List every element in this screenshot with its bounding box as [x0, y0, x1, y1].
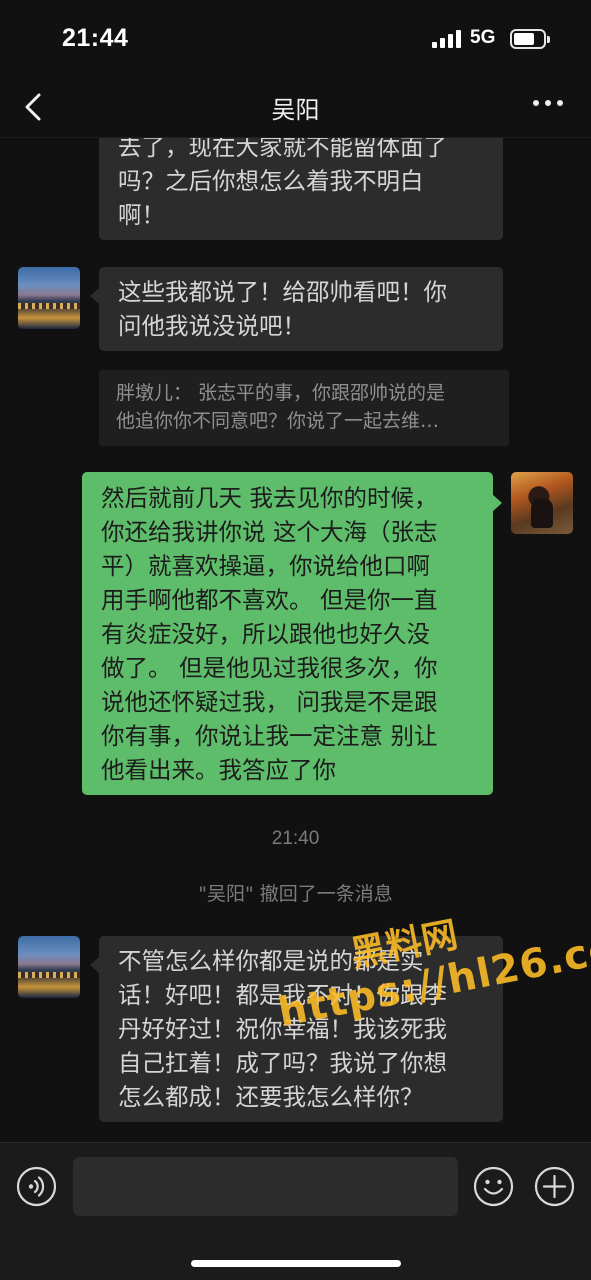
- avatar[interactable]: [18, 936, 80, 998]
- input-toolbar: [0, 1142, 591, 1280]
- network-label: 5G: [470, 27, 496, 48]
- message-line: 这些我都说了！给邵帅看吧！你: [118, 278, 447, 306]
- more-dots-icon[interactable]: [533, 100, 563, 110]
- emoji-icon[interactable]: [473, 1166, 514, 1207]
- message-line: 问他我说没说吧！: [118, 312, 306, 340]
- message-line: 做了。 但是他见过我很多次，你: [101, 654, 438, 682]
- message-input[interactable]: [73, 1157, 458, 1216]
- chat-header: 吴阳: [0, 78, 591, 138]
- avatar[interactable]: [511, 472, 573, 534]
- message-line: 自己扛着！成了吗？我说了你想: [118, 1049, 447, 1077]
- message-line: 说他还怀疑过我， 问我是不是跟: [101, 688, 438, 716]
- signal-icon: [432, 30, 462, 48]
- message-line: 啊！: [118, 201, 165, 229]
- message-line: 他看出来。我答应了你: [101, 756, 336, 784]
- home-indicator[interactable]: [191, 1260, 401, 1267]
- quote-line: 他追你你不同意吧？你说了一起去维…: [116, 410, 440, 432]
- quoted-message[interactable]: 胖墩儿： 张志平的事，你跟邵帅说的是 他追你你不同意吧？你说了一起去维…: [99, 370, 509, 446]
- message-line: 然后就前几天 我去见你的时候，: [101, 484, 438, 512]
- recall-notice: "吴阳" 撤回了一条消息: [198, 883, 393, 905]
- status-time: 21:44: [62, 24, 129, 52]
- quote-line: 胖墩儿： 张志平的事，你跟邵帅说的是: [116, 382, 446, 404]
- status-bar: 21:44 5G: [0, 0, 591, 78]
- message-timestamp: 21:40: [271, 828, 320, 849]
- message-line: 去了，现在大家就不能留体面了: [118, 138, 447, 161]
- message-list[interactable]: 去了，现在大家就不能留体面了 吗？之后你想怎么着我不明白 啊！ 这些我都说了！给…: [0, 138, 591, 1142]
- battery-fill: [514, 33, 534, 45]
- message-line: 话！好吧！都是我不对！你跟李: [118, 981, 447, 1009]
- voice-icon[interactable]: [16, 1166, 57, 1207]
- message-bubble-received[interactable]: 这些我都说了！给邵帅看吧！你 问他我说没说吧！: [90, 267, 503, 351]
- message-line: 吗？之后你想怎么着我不明白: [118, 167, 424, 195]
- chat-title: 吴阳: [271, 96, 320, 124]
- battery-icon: [510, 29, 550, 49]
- message-bubble-received[interactable]: 不管怎么样你都是说的都是实 话！好吧！都是我不对！你跟李 丹好好过！祝你幸福！我…: [90, 936, 503, 1122]
- message-line: 平）就喜欢操逼，你说给他口啊: [101, 552, 430, 580]
- message-line: 怎么都成！还要我怎么样你？: [118, 1083, 424, 1111]
- message-line: 你有事，你说让我一定注意 别让: [101, 722, 438, 750]
- avatar[interactable]: [18, 267, 80, 329]
- message-line: 用手啊他都不喜欢。 但是你一直: [101, 586, 438, 614]
- message-line: 不管怎么样你都是说的都是实: [118, 947, 424, 975]
- message-line: 你还给我讲你说 这个大海（张志: [101, 518, 438, 546]
- message-bubble-sent[interactable]: 然后就前几天 我去见你的时候， 你还给我讲你说 这个大海（张志 平）就喜欢操逼，…: [82, 472, 502, 795]
- message-bubble-received[interactable]: 去了，现在大家就不能留体面了 吗？之后你想怎么着我不明白 啊！: [99, 138, 503, 240]
- message-line: 有炎症没好，所以跟他也好久没: [101, 620, 430, 648]
- plus-icon[interactable]: [534, 1166, 575, 1207]
- message-line: 丹好好过！祝你幸福！我该死我: [118, 1015, 447, 1043]
